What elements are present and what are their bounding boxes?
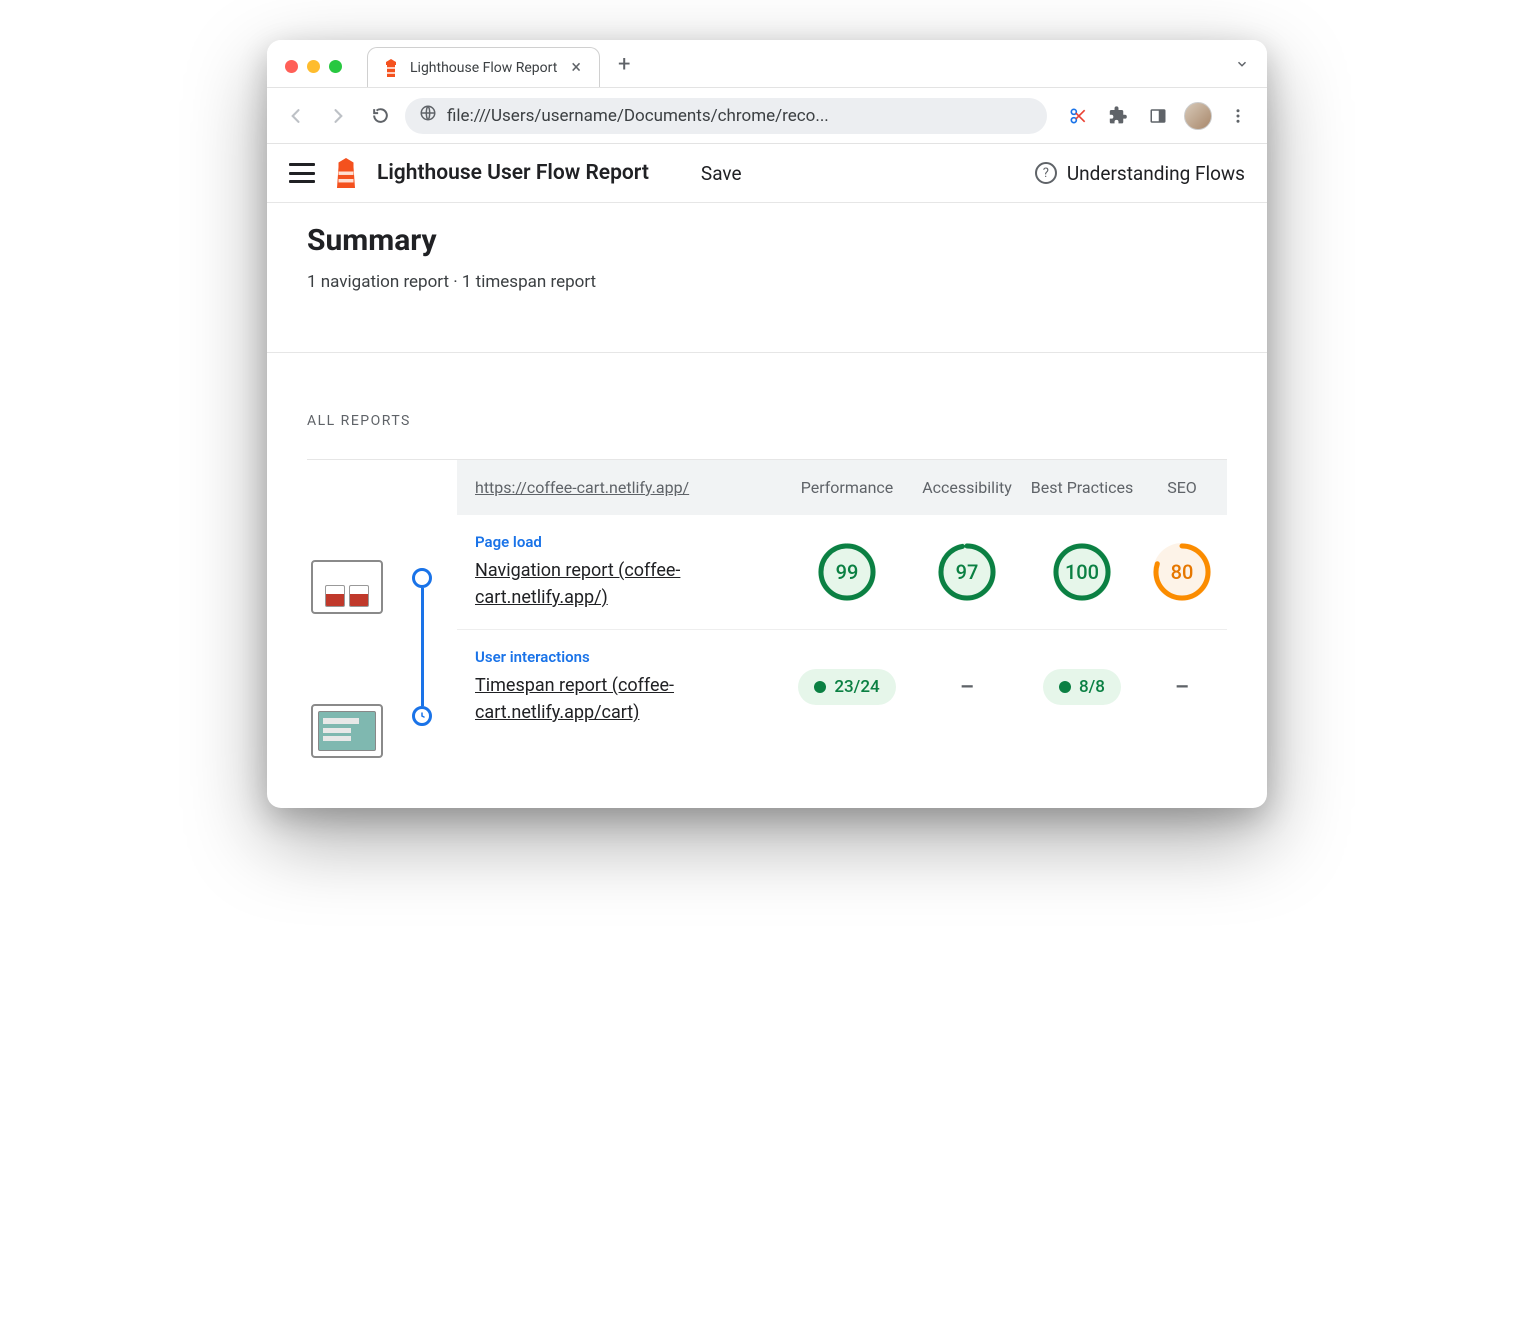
timeline-node-icon [412, 568, 432, 588]
score-dash: – [1175, 675, 1189, 700]
report-name-link[interactable]: Timespan report (coffee-cart.netlify.app… [475, 675, 674, 723]
col-best-practices: Best Practices [1027, 478, 1137, 497]
address-bar[interactable]: file:///Users/username/Documents/chrome/… [405, 98, 1047, 134]
tab-title: Lighthouse Flow Report [410, 60, 557, 76]
page-title: Lighthouse User Flow Report [377, 161, 649, 185]
report-category: Page load [475, 533, 787, 551]
header-url-cell: https://coffee-cart.netlify.app/ [457, 478, 787, 497]
new-tab-button[interactable]: + [600, 52, 648, 87]
score-value: 99 [836, 560, 859, 584]
divider [267, 352, 1267, 353]
col-performance: Performance [787, 478, 907, 497]
forward-button[interactable] [321, 99, 355, 133]
chrome-menu-icon[interactable] [1221, 99, 1255, 133]
url-text: file:///Users/username/Documents/chrome/… [447, 106, 1033, 126]
reports-table: https://coffee-cart.netlify.app/ Perform… [307, 460, 1227, 758]
report-label-cell: Page load Navigation report (coffee-cart… [457, 533, 787, 611]
score-dash: – [960, 675, 974, 700]
score-gauge: 80 [1153, 543, 1211, 601]
report-thumbnail [311, 704, 383, 758]
report-name-link[interactable]: Navigation report (coffee-cart.netlify.a… [475, 560, 680, 608]
score-cell-seo: – [1137, 675, 1227, 700]
report-row: Page load Navigation report (coffee-cart… [457, 515, 1227, 630]
help-icon: ? [1035, 162, 1057, 184]
score-cell-accessibility: – [907, 675, 1027, 700]
extensions-icon[interactable] [1101, 99, 1135, 133]
reports-grid: https://coffee-cart.netlify.app/ Perform… [457, 460, 1227, 758]
col-seo: SEO [1137, 478, 1227, 497]
score-cell-performance: 23/24 [787, 669, 907, 705]
score-cell-best-practices: 8/8 [1027, 669, 1137, 705]
score-gauge: 100 [1053, 543, 1111, 601]
site-info-icon[interactable] [419, 104, 437, 127]
timeline-clock-icon [412, 706, 432, 726]
window-titlebar: Lighthouse Flow Report × + [267, 40, 1267, 88]
lighthouse-favicon-icon [382, 59, 400, 77]
lighthouse-logo-icon [333, 158, 359, 188]
traffic-lights [267, 60, 342, 87]
report-url-link[interactable]: https://coffee-cart.netlify.app/ [475, 478, 689, 497]
summary-heading: Summary [307, 223, 1227, 258]
reload-button[interactable] [363, 99, 397, 133]
score-value: 97 [956, 560, 979, 584]
report-label-cell: User interactions Timespan report (coffe… [457, 648, 787, 726]
score-cell-seo: 80 [1137, 543, 1227, 601]
score-cell-performance: 99 [787, 543, 907, 601]
summary-subtitle: 1 navigation report · 1 timespan report [307, 272, 1227, 292]
col-accessibility: Accessibility [907, 478, 1027, 497]
back-button[interactable] [279, 99, 313, 133]
report-row: User interactions Timespan report (coffe… [457, 630, 1227, 744]
save-button[interactable]: Save [701, 162, 742, 185]
minimize-window-button[interactable] [307, 60, 320, 73]
close-window-button[interactable] [285, 60, 298, 73]
page-header: Lighthouse User Flow Report Save ? Under… [267, 144, 1267, 203]
menu-button[interactable] [289, 163, 315, 183]
score-pill: 8/8 [1043, 669, 1121, 705]
tabs-dropdown-icon[interactable] [1235, 57, 1249, 75]
browser-window: Lighthouse Flow Report × + file:///Users… [267, 40, 1267, 808]
browser-tab[interactable]: Lighthouse Flow Report × [367, 47, 600, 87]
score-value: 100 [1065, 560, 1099, 584]
scissors-icon[interactable] [1061, 99, 1095, 133]
understanding-flows-link[interactable]: ? Understanding Flows [1035, 162, 1245, 185]
status-dot-icon [1059, 681, 1071, 693]
toolbar-actions [1055, 99, 1255, 133]
page-content: Summary 1 navigation report · 1 timespan… [267, 203, 1267, 808]
table-header: https://coffee-cart.netlify.app/ Perform… [457, 460, 1227, 515]
status-dot-icon [814, 681, 826, 693]
report-thumbnail [311, 560, 383, 614]
profile-avatar[interactable] [1181, 99, 1215, 133]
thumbnails-column [307, 460, 387, 758]
score-gauge: 97 [938, 543, 996, 601]
tab-close-button[interactable]: × [567, 57, 585, 78]
score-gauge: 99 [818, 543, 876, 601]
timeline-connector [421, 588, 424, 706]
score-cell-best-practices: 100 [1027, 543, 1137, 601]
score-cell-accessibility: 97 [907, 543, 1027, 601]
maximize-window-button[interactable] [329, 60, 342, 73]
understanding-flows-label: Understanding Flows [1067, 162, 1245, 185]
timeline-column [407, 460, 437, 758]
toolbar: file:///Users/username/Documents/chrome/… [267, 88, 1267, 144]
score-pill: 23/24 [798, 669, 895, 705]
all-reports-label: ALL REPORTS [307, 413, 1227, 429]
score-value: 80 [1171, 560, 1194, 584]
sidepanel-icon[interactable] [1141, 99, 1175, 133]
report-category: User interactions [475, 648, 787, 666]
